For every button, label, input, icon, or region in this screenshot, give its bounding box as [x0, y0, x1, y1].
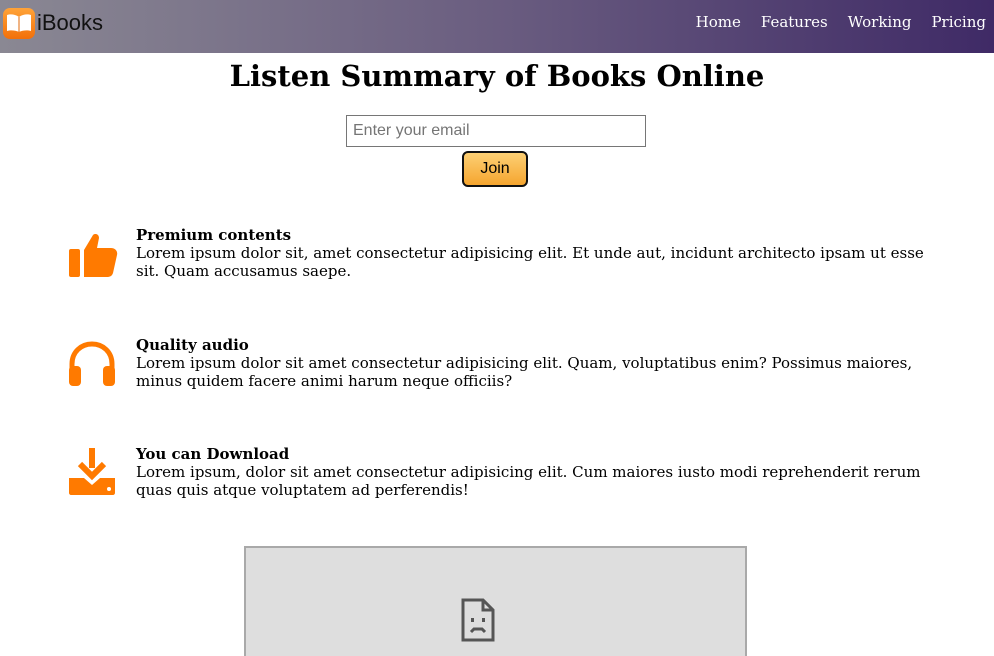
- feature-title: You can Download: [136, 445, 290, 463]
- book-logo-icon: [3, 7, 35, 39]
- broken-file-icon: [460, 598, 496, 646]
- feature-title: Quality audio: [136, 336, 249, 354]
- thumbs-up-icon: [66, 230, 118, 282]
- navbar: iBooks Home Features Working Pricing: [0, 0, 994, 53]
- feature-description: Lorem ipsum dolor sit, amet consectetur …: [136, 244, 924, 280]
- feature-description: Lorem ipsum dolor sit amet consectetur a…: [136, 354, 913, 390]
- embedded-video-frame[interactable]: [244, 546, 747, 656]
- page-title: Listen Summary of Books Online: [229, 59, 765, 93]
- brand[interactable]: iBooks: [3, 7, 103, 39]
- email-field[interactable]: [346, 115, 646, 147]
- feature-text: Premium contents Lorem ipsum dolor sit, …: [136, 226, 936, 280]
- feature-title: Premium contents: [136, 226, 292, 244]
- feature-description: Lorem ipsum, dolor sit amet consectetur …: [136, 463, 921, 499]
- brand-name: iBooks: [37, 10, 104, 35]
- feature-text: Quality audio Lorem ipsum dolor sit amet…: [136, 336, 936, 390]
- feature-text: You can Download Lorem ipsum, dolor sit …: [136, 445, 936, 499]
- nav-links: Home Features Working Pricing: [676, 13, 986, 31]
- download-icon: [66, 445, 118, 497]
- join-button[interactable]: Join: [462, 151, 528, 187]
- nav-link-pricing[interactable]: Pricing: [931, 13, 986, 31]
- headphones-icon: [66, 338, 118, 390]
- nav-link-features[interactable]: Features: [761, 13, 828, 31]
- nav-link-working[interactable]: Working: [848, 13, 912, 31]
- nav-link-home[interactable]: Home: [696, 13, 741, 31]
